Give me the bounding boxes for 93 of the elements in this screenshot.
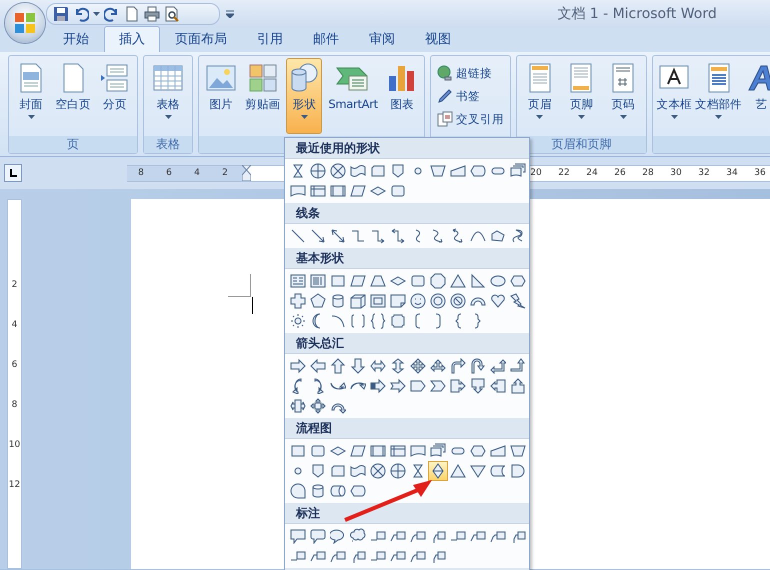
circle-x-icon[interactable]: [368, 461, 388, 481]
ruler-number: 34: [725, 168, 739, 178]
group-label: 页: [9, 136, 137, 153]
ribbon-button[interactable]: 文本框: [655, 58, 694, 134]
indent-marker-icon[interactable]: [242, 165, 251, 181]
text-cursor: [252, 297, 253, 314]
ribbon-button[interactable]: 封面: [13, 58, 50, 134]
ribbon-button[interactable]: 书签: [433, 85, 508, 107]
ribbon-tab[interactable]: 插入: [104, 26, 160, 52]
ribbon-tab[interactable]: 审阅: [354, 26, 410, 52]
ribbon-tab[interactable]: 页面布局: [160, 26, 242, 52]
right-arrow-icon[interactable]: [288, 356, 308, 376]
section-header: 标注: [285, 503, 529, 524]
ruler-number: 10: [8, 440, 20, 450]
ribbon-button[interactable]: 图片: [203, 58, 240, 134]
quad-arrow-callout-icon[interactable]: [308, 396, 328, 416]
ribbon-button[interactable]: 交叉引用: [433, 108, 508, 130]
circle-plus-icon[interactable]: [308, 161, 328, 181]
cross-icon[interactable]: [288, 291, 308, 311]
ruler-number: 6: [165, 168, 173, 178]
print-preview-icon[interactable]: [164, 6, 180, 22]
new-document-icon[interactable]: [124, 6, 140, 22]
ribbon-button[interactable]: 空白页: [53, 58, 93, 134]
quad-arrow-icon[interactable]: [408, 356, 428, 376]
section-header: 流程图: [285, 418, 529, 439]
donut-icon[interactable]: [428, 291, 448, 311]
brace-pair-icon[interactable]: [368, 311, 388, 331]
octagon-icon[interactable]: [428, 271, 448, 291]
undo-icon[interactable]: [73, 6, 89, 22]
group-label: 页眉和页脚: [517, 136, 646, 153]
section-header: 线条: [285, 203, 529, 224]
ribbon-button[interactable]: 图表: [384, 58, 420, 134]
ruler-number: 4: [193, 168, 201, 178]
ribbon-button[interactable]: 页码: [605, 58, 642, 134]
ruler-number: 2: [12, 280, 18, 290]
section-header: 箭头总汇: [285, 333, 529, 354]
notched-arrow-icon[interactable]: [388, 376, 408, 396]
save-icon[interactable]: [53, 6, 69, 22]
no-symbol-icon[interactable]: [448, 291, 468, 311]
ribbon-button[interactable]: 页脚: [563, 58, 600, 134]
ribbon-button[interactable]: 剪贴画: [243, 58, 282, 134]
ribbon-button[interactable]: 页眉: [522, 58, 558, 134]
ribbon-button[interactable]: 超链接: [433, 62, 508, 84]
tab-selector-button[interactable]: [4, 164, 22, 182]
globe-link-icon: [437, 65, 453, 81]
ruler-number: 4: [12, 320, 18, 330]
ruler-number: 24: [585, 168, 599, 178]
section-header: 基本形状: [285, 248, 529, 269]
ruler-number: 22: [557, 168, 571, 178]
ribbon-button[interactable]: 分页: [96, 58, 133, 134]
office-logo-icon: [13, 11, 37, 35]
cross-reference-icon: [437, 111, 453, 127]
sun-icon[interactable]: [288, 311, 308, 331]
ruler-number: 32: [697, 168, 711, 178]
margin-corner-mark: [228, 274, 251, 297]
print-icon[interactable]: [144, 6, 160, 22]
window-title: 文档 1 - Microsoft Word: [556, 5, 718, 23]
ribbon-tab[interactable]: 开始: [48, 26, 104, 52]
ribbon-tab[interactable]: 邮件: [298, 26, 354, 52]
sequential-access-icon[interactable]: [288, 481, 308, 501]
ruler-number: 2: [221, 168, 229, 178]
ruler-number: 8: [12, 400, 18, 410]
ruler-number: 26: [613, 168, 627, 178]
ruler-number: 28: [641, 168, 655, 178]
group-label: 表格: [144, 136, 192, 153]
ribbon-button[interactable]: 艺: [744, 58, 770, 134]
ribbon-button[interactable]: 形状: [286, 58, 322, 134]
caret-icon[interactable]: [93, 12, 100, 16]
ribbon-button[interactable]: 表格: [150, 58, 186, 134]
up-arrow-icon[interactable]: [328, 356, 348, 376]
circle-x-icon[interactable]: [328, 161, 348, 181]
ruler-number: 36: [753, 168, 767, 178]
clip-art-icon: [246, 62, 279, 94]
tab-stop-icon: [8, 168, 18, 178]
ribbon-tab[interactable]: 视图: [410, 26, 466, 52]
ruler-number: 30: [669, 168, 683, 178]
redo-icon[interactable]: [104, 6, 120, 22]
lightning-icon[interactable]: [508, 291, 528, 311]
circle-plus-icon[interactable]: [388, 461, 408, 481]
left-arrow-icon[interactable]: [308, 356, 328, 376]
section-header: 最近使用的形状: [285, 138, 529, 159]
ruler-number: 20: [529, 168, 543, 178]
bookmark-icon: [437, 88, 453, 104]
down-arrow-icon[interactable]: [348, 356, 368, 376]
customize-caret-icon[interactable]: [226, 10, 234, 18]
ruler-number: 6: [12, 360, 18, 370]
ruler-number: 8: [137, 168, 145, 178]
ribbon-button[interactable]: SmartArt: [326, 58, 380, 134]
ribbon-tab[interactable]: 引用: [242, 26, 298, 52]
ribbon-button[interactable]: 文档部件: [694, 58, 744, 134]
striped-arrow-icon[interactable]: [368, 376, 388, 396]
smiley-icon[interactable]: [408, 291, 428, 311]
ruler-number: 12: [8, 480, 20, 490]
